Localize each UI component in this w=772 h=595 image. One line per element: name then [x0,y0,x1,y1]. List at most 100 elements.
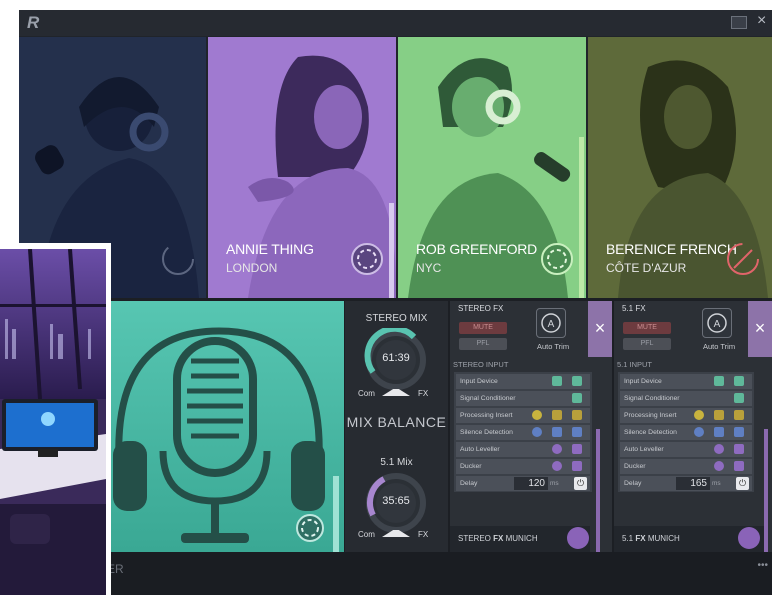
power-icon[interactable] [552,461,562,471]
copy-icon[interactable] [734,410,744,420]
settings-icon[interactable] [552,376,562,386]
ducker-row[interactable]: Ducker [456,459,590,474]
signal-conditioner-row[interactable]: Signal Conditioner [620,391,752,406]
close-fx-button[interactable]: × [748,301,772,357]
row-label: Auto Leveller [460,446,500,453]
row-label: Signal Conditioner [624,395,680,402]
mic-off-button[interactable] [161,242,195,276]
surround-mix-knob[interactable]: 35:65 [364,471,428,535]
copy-icon[interactable] [734,376,744,386]
fx-level-button[interactable] [738,527,760,549]
auto-trim-button[interactable]: A [536,308,566,338]
settings-icon[interactable] [714,376,724,386]
power-icon[interactable] [714,461,724,471]
auto-trim-button[interactable]: A [702,308,732,338]
settings-icon[interactable] [714,427,724,437]
delay-input[interactable]: 120 [514,477,548,490]
power-icon[interactable] [714,444,724,454]
settings-icon[interactable] [714,410,724,420]
power-icon[interactable] [532,427,542,437]
power-icon[interactable] [694,410,704,420]
power-icon[interactable] [532,410,542,420]
app-logo: R [27,13,40,32]
mix-balance-label: MIX BALANCE [346,414,447,430]
delay-unit: ms [712,480,721,487]
microphone-panel[interactable] [111,301,344,552]
row-label: Processing Insert [624,412,677,419]
mic-level-ring[interactable] [295,513,325,543]
restore-window-button[interactable] [731,16,747,29]
delay-row[interactable]: Delay 165 ms ⏻ [620,476,752,491]
presenter-card-3[interactable]: ROB GREENFORD NYC [398,37,586,298]
vu-meter [333,476,339,552]
studio-photo-image [0,249,106,595]
delay-input[interactable]: 165 [676,477,710,490]
copy-icon[interactable] [734,427,744,437]
presenter-name: BERENICE FRENCH [606,241,737,257]
mic-level-ring[interactable] [350,242,384,276]
surround-fx-panel: 5.1 FX MUTE PFL A Auto Trim × 5.1 INPUT … [614,301,772,552]
app-window: R × ANNIE THING LONDON ROB GREENFORD NYC… [19,10,772,595]
row-label: Ducker [624,463,646,470]
footer-bold: FX [493,534,504,543]
row-label: Signal Conditioner [460,395,516,402]
settings-icon[interactable] [552,427,562,437]
silence-detection-row[interactable]: Silence Detection [456,425,590,440]
stereo-mix-label: STEREO MIX [365,313,428,324]
footer-prefix: STEREO [458,534,491,543]
presenter-name: ANNIE THING [226,241,314,257]
input-device-row[interactable]: Input Device [456,374,590,389]
mic-off-button[interactable] [726,242,760,276]
power-icon[interactable] [694,427,704,437]
auto-leveller-row[interactable]: Auto Leveller [620,442,752,457]
input-section-label: STEREO INPUT [453,360,509,369]
auto-leveller-row[interactable]: Auto Leveller [456,442,590,457]
pfl-button[interactable]: PFL [459,338,507,350]
copy-icon[interactable] [572,444,582,454]
copy-icon[interactable] [572,461,582,471]
pfl-button[interactable]: PFL [623,338,671,350]
mic-level-ring[interactable] [540,242,574,276]
presenter-card-2[interactable]: ANNIE THING LONDON [208,37,396,298]
copy-icon[interactable] [734,444,744,454]
ducker-row[interactable]: Ducker [620,459,752,474]
power-icon[interactable] [552,444,562,454]
input-settings-table: Input Device Signal Conditioner Processi… [454,372,592,492]
fx-label: FX [418,530,429,539]
stereo-fx-panel: STEREO FX MUTE PFL A Auto Trim × STEREO … [450,301,612,552]
surround-mix-label: 5.1 Mix [380,457,413,468]
mute-button[interactable]: MUTE [459,322,507,334]
more-icon[interactable]: ••• [757,560,768,571]
processing-insert-row[interactable]: Processing Insert [620,408,752,423]
copy-icon[interactable] [734,461,744,471]
vu-meter [389,203,394,298]
copy-icon[interactable] [572,427,582,437]
power-icon[interactable]: ⏻ [736,477,749,490]
presenter-card-4[interactable]: BERENICE FRENCH CÔTE D'AZUR [588,37,772,298]
copy-icon[interactable] [734,393,744,403]
power-icon[interactable]: ⏻ [574,477,587,490]
delay-row[interactable]: Delay 120 ms ⏻ [456,476,590,491]
fx-level-button[interactable] [567,527,589,549]
title-bar: R × [19,10,772,36]
mute-button[interactable]: MUTE [623,322,671,334]
delay-unit: ms [550,480,559,487]
row-label: Auto Leveller [624,446,664,453]
signal-conditioner-row[interactable]: Signal Conditioner [456,391,590,406]
copy-icon[interactable] [572,393,582,403]
footer-suffix: MUNICH [505,534,538,543]
row-label: Processing Insert [460,412,513,419]
com-label: Com [358,389,375,398]
copy-icon[interactable] [572,410,582,420]
footer-prefix: 5.1 [622,534,634,543]
settings-icon[interactable] [552,410,562,420]
silence-detection-row[interactable]: Silence Detection [620,425,752,440]
input-device-row[interactable]: Input Device [620,374,752,389]
close-fx-button[interactable]: × [588,301,612,357]
close-window-button[interactable]: × [757,12,772,29]
processing-insert-row[interactable]: Processing Insert [456,408,590,423]
copy-icon[interactable] [572,376,582,386]
row-label: Delay [460,480,478,487]
stereo-mix-knob[interactable]: 61:39 [364,325,428,392]
presenter-city: CÔTE D'AZUR [606,261,687,275]
